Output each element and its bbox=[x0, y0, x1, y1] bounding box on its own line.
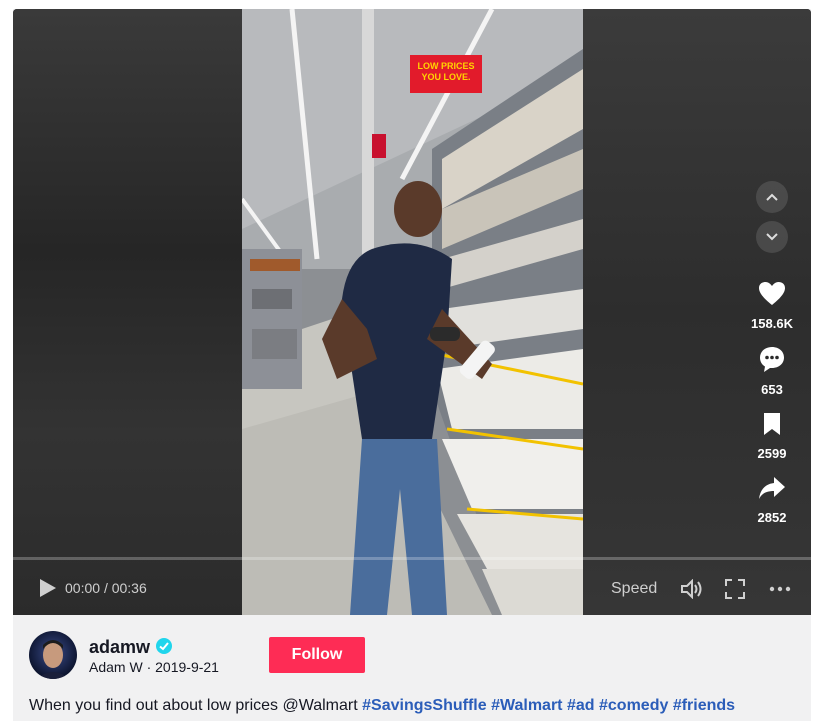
follow-button[interactable]: Follow bbox=[269, 637, 365, 673]
heart-icon[interactable] bbox=[758, 281, 786, 307]
save-action[interactable]: 2599 bbox=[742, 411, 802, 461]
hashtag-link[interactable]: #friends bbox=[673, 697, 735, 714]
blurred-backdrop-left bbox=[13, 9, 242, 615]
speed-button[interactable]: Speed bbox=[611, 580, 657, 598]
progress-bar[interactable] bbox=[13, 557, 811, 560]
time-display: 00:00 / 00:36 bbox=[65, 580, 147, 596]
previous-video-button[interactable] bbox=[756, 181, 788, 213]
hashtag-link[interactable]: #ad bbox=[567, 697, 595, 714]
share-action[interactable]: 2852 bbox=[742, 475, 802, 525]
video-player[interactable]: LOW PRICES YOU LOVE. 00:00 / 00:36 Speed bbox=[13, 9, 811, 615]
comment-count: 653 bbox=[761, 382, 783, 397]
comment-icon[interactable] bbox=[758, 345, 786, 373]
caption-text: When you find out about low prices @Walm… bbox=[29, 697, 358, 714]
post-info: adamw Adam W · 2019-9-21 Follow When you… bbox=[13, 615, 811, 721]
hashtag-link[interactable]: #Walmart bbox=[491, 697, 562, 714]
avatar-image bbox=[37, 640, 69, 679]
avatar[interactable] bbox=[29, 631, 77, 679]
like-count: 158.6K bbox=[751, 316, 793, 331]
time-separator: / bbox=[103, 580, 108, 596]
like-action[interactable]: 158.6K bbox=[742, 281, 802, 331]
time-current: 00:00 bbox=[65, 580, 101, 596]
author-display-name[interactable]: Adam W bbox=[89, 659, 143, 675]
sign-line-1: LOW PRICES bbox=[417, 61, 474, 71]
play-icon[interactable] bbox=[37, 578, 57, 598]
chevron-up-icon bbox=[766, 193, 778, 201]
fullscreen-icon[interactable] bbox=[725, 579, 745, 599]
time-total: 00:36 bbox=[111, 580, 147, 596]
share-count: 2852 bbox=[757, 510, 787, 525]
bookmark-icon[interactable] bbox=[761, 411, 783, 437]
sign-line-2: YOU LOVE. bbox=[421, 72, 470, 82]
volume-icon[interactable] bbox=[680, 579, 704, 599]
verified-badge-icon bbox=[156, 638, 172, 654]
hashtag-link[interactable]: #SavingsShuffle bbox=[362, 697, 486, 714]
chevron-down-icon bbox=[766, 233, 778, 241]
next-video-button[interactable] bbox=[756, 221, 788, 253]
video-scene: LOW PRICES YOU LOVE. bbox=[242, 9, 583, 615]
share-icon[interactable] bbox=[757, 475, 787, 501]
author-subline: Adam W · 2019-9-21 bbox=[89, 659, 219, 675]
video-frame[interactable]: LOW PRICES YOU LOVE. bbox=[242, 9, 583, 615]
post-date: 2019-9-21 bbox=[155, 659, 219, 675]
more-icon[interactable] bbox=[769, 579, 791, 599]
save-count: 2599 bbox=[757, 446, 787, 461]
comment-action[interactable]: 653 bbox=[742, 345, 802, 397]
hashtag-link[interactable]: #comedy bbox=[599, 697, 668, 714]
video-caption: When you find out about low prices @Walm… bbox=[29, 697, 735, 715]
subline-separator: · bbox=[146, 659, 152, 675]
author-username[interactable]: adamw bbox=[89, 637, 150, 658]
